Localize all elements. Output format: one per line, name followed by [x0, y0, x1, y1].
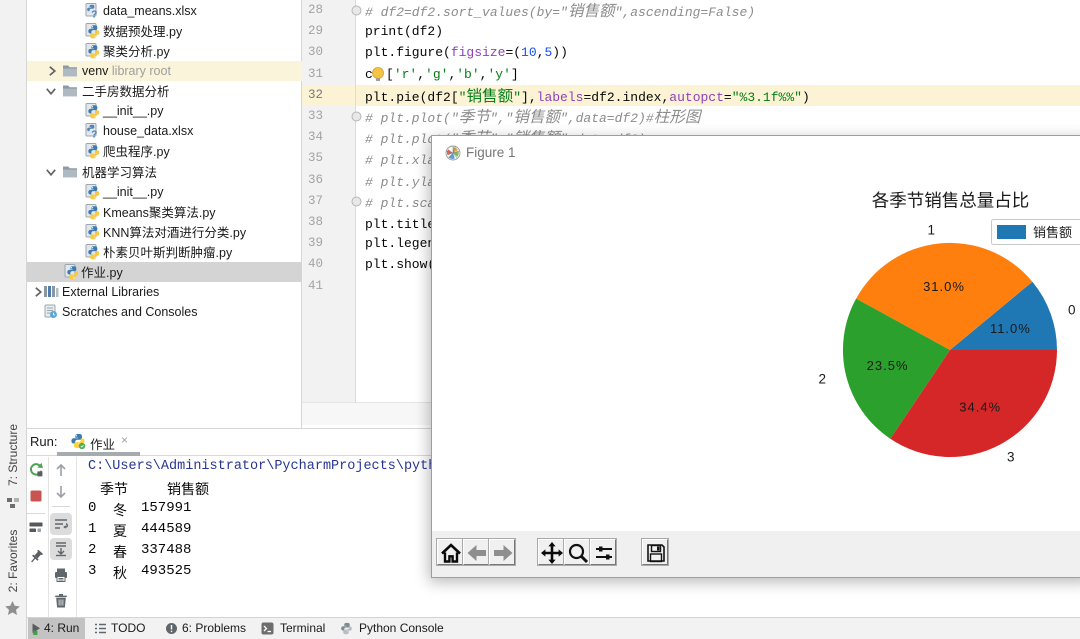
svg-text:1: 1 — [927, 222, 935, 237]
svg-text:销售额: 销售额 — [1033, 222, 1072, 241]
svg-text:34.4%: 34.4% — [959, 399, 1001, 414]
svg-text:各季节销售总量占比: 各季节销售总量占比 — [872, 188, 1030, 213]
svg-text:31.0%: 31.0% — [923, 279, 965, 294]
svg-text:23.5%: 23.5% — [867, 358, 909, 373]
svg-text:0: 0 — [1068, 303, 1076, 318]
svg-text:3: 3 — [1007, 449, 1015, 464]
svg-text:2: 2 — [818, 371, 826, 386]
svg-text:11.0%: 11.0% — [990, 321, 1031, 336]
